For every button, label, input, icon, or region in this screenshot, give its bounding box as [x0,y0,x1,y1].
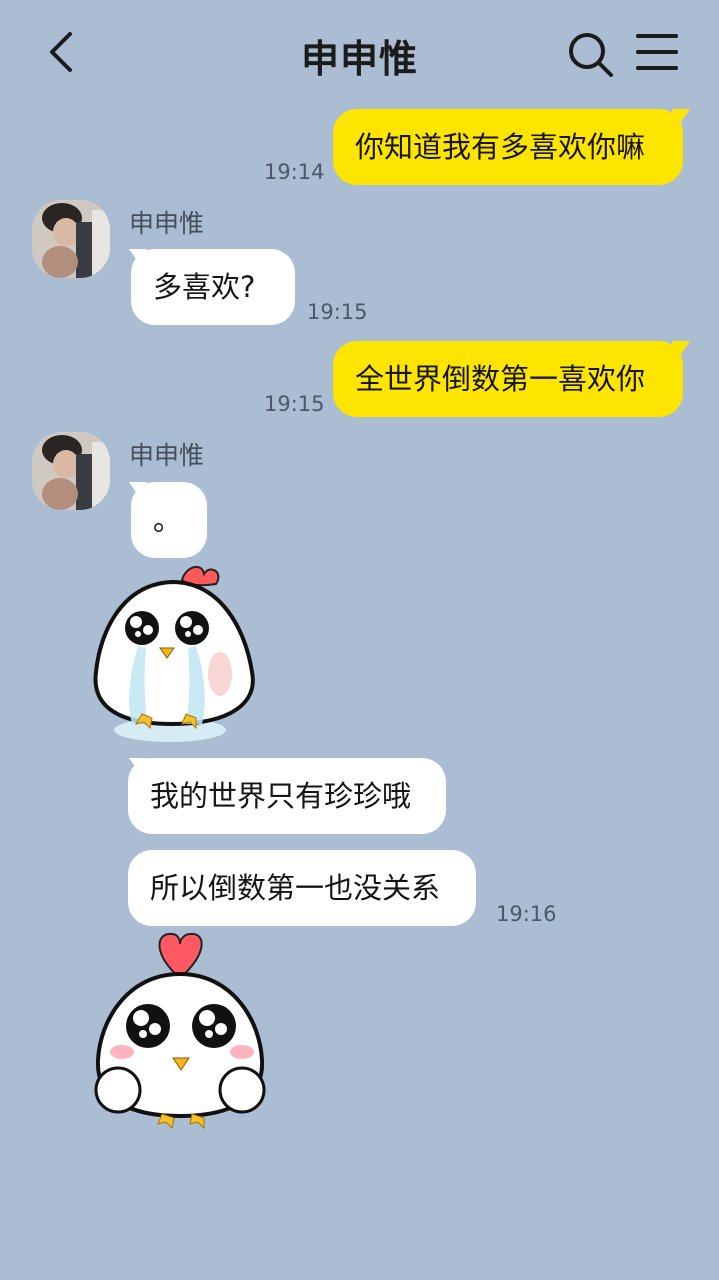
crying-chick-sticker[interactable] [82,562,264,746]
received-message-bubble[interactable]: 多喜欢? [131,249,295,325]
message-time: 19:16 [496,902,557,926]
sent-message-bubble[interactable]: 你知道我有多喜欢你嘛 [333,109,683,185]
heart-chick-sticker[interactable] [92,930,272,1130]
bubble-tail [672,341,690,361]
sender-name: 申申惟 [129,209,205,238]
sent-message-bubble[interactable]: 全世界倒数第一喜欢你 [333,341,683,417]
message-text: 我的世界只有珍珍哦 [150,779,412,813]
avatar-photo [32,432,110,510]
message-text: 多喜欢? [153,270,256,304]
chat-header: 申申惟 [0,0,719,105]
received-message-bubble[interactable]: 。 [131,482,207,558]
search-icon [569,33,613,77]
received-message-bubble[interactable]: 所以倒数第一也没关系 [128,850,476,926]
message-text: 全世界倒数第一喜欢你 [355,362,646,396]
chat-screen: 申申惟 19:14 你知道我有多喜欢你嘛 申申惟 多喜欢? 19:15 19:1… [0,0,719,1280]
message-time: 19:15 [264,392,325,416]
avatar-photo [32,200,110,278]
avatar[interactable] [32,200,110,278]
sender-name: 申申惟 [129,441,205,470]
message-time: 19:14 [264,160,325,184]
message-text: 。 [153,503,183,537]
message-text: 所以倒数第一也没关系 [150,871,441,905]
message-time: 19:15 [307,300,368,324]
bubble-tail [672,109,690,129]
menu-button[interactable] [634,32,680,74]
message-text: 你知道我有多喜欢你嘛 [355,130,646,164]
received-message-bubble[interactable]: 我的世界只有珍珍哦 [128,758,446,834]
search-button[interactable] [566,30,616,80]
hamburger-menu-icon [636,34,678,70]
avatar[interactable] [32,432,110,510]
